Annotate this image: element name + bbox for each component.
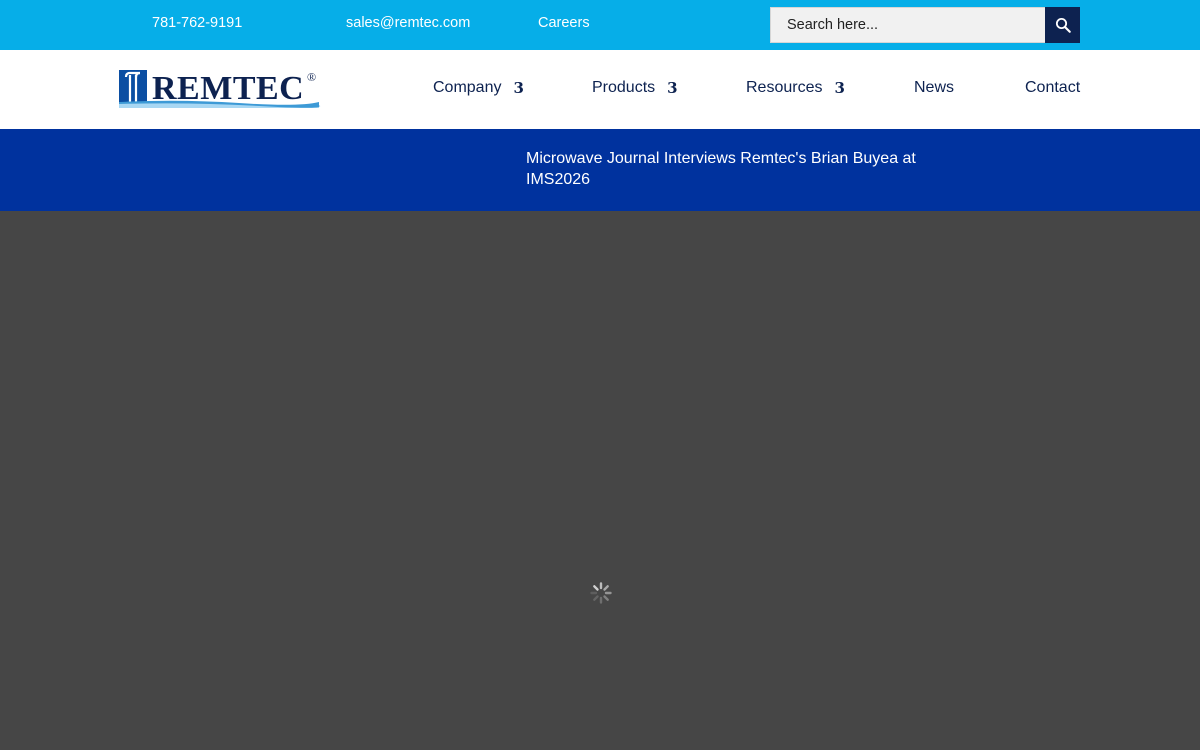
nav-company[interactable]: Company 3 [433, 79, 524, 97]
loading-spinner-icon [590, 582, 612, 604]
remtec-logo[interactable]: REMTEC ® [119, 69, 321, 109]
top-utility-bar: 781-762-9191 sales@remtec.com Careers [0, 0, 1200, 50]
careers-link[interactable]: Careers [538, 15, 590, 31]
nav-contact[interactable]: Contact [1025, 79, 1080, 97]
search-input[interactable] [770, 7, 1045, 43]
phone-link[interactable]: 781-762-9191 [152, 15, 242, 31]
chevron-down-icon: 3 [834, 79, 845, 97]
chevron-down-icon: 3 [513, 79, 524, 97]
email-link[interactable]: sales@remtec.com [346, 15, 470, 31]
banner-headline-link[interactable]: Microwave Journal Interviews Remtec's Br… [526, 148, 946, 190]
search-button[interactable] [1045, 7, 1080, 43]
nav-products-label: Products [592, 79, 656, 96]
site-header: REMTEC ® Company 3 Products 3 Resources … [0, 50, 1200, 129]
nav-news[interactable]: News [914, 79, 954, 97]
svg-text:®: ® [307, 70, 316, 84]
search-icon [1055, 17, 1071, 33]
remtec-logo-image: REMTEC ® [119, 70, 321, 108]
nav-products[interactable]: Products 3 [592, 79, 678, 97]
nav-resources[interactable]: Resources 3 [746, 79, 845, 97]
search-form [770, 7, 1080, 43]
nav-company-label: Company [433, 79, 502, 96]
main-content-area [0, 211, 1200, 750]
nav-resources-label: Resources [746, 79, 823, 96]
news-banner: Microwave Journal Interviews Remtec's Br… [0, 129, 1200, 211]
chevron-down-icon: 3 [667, 79, 678, 97]
